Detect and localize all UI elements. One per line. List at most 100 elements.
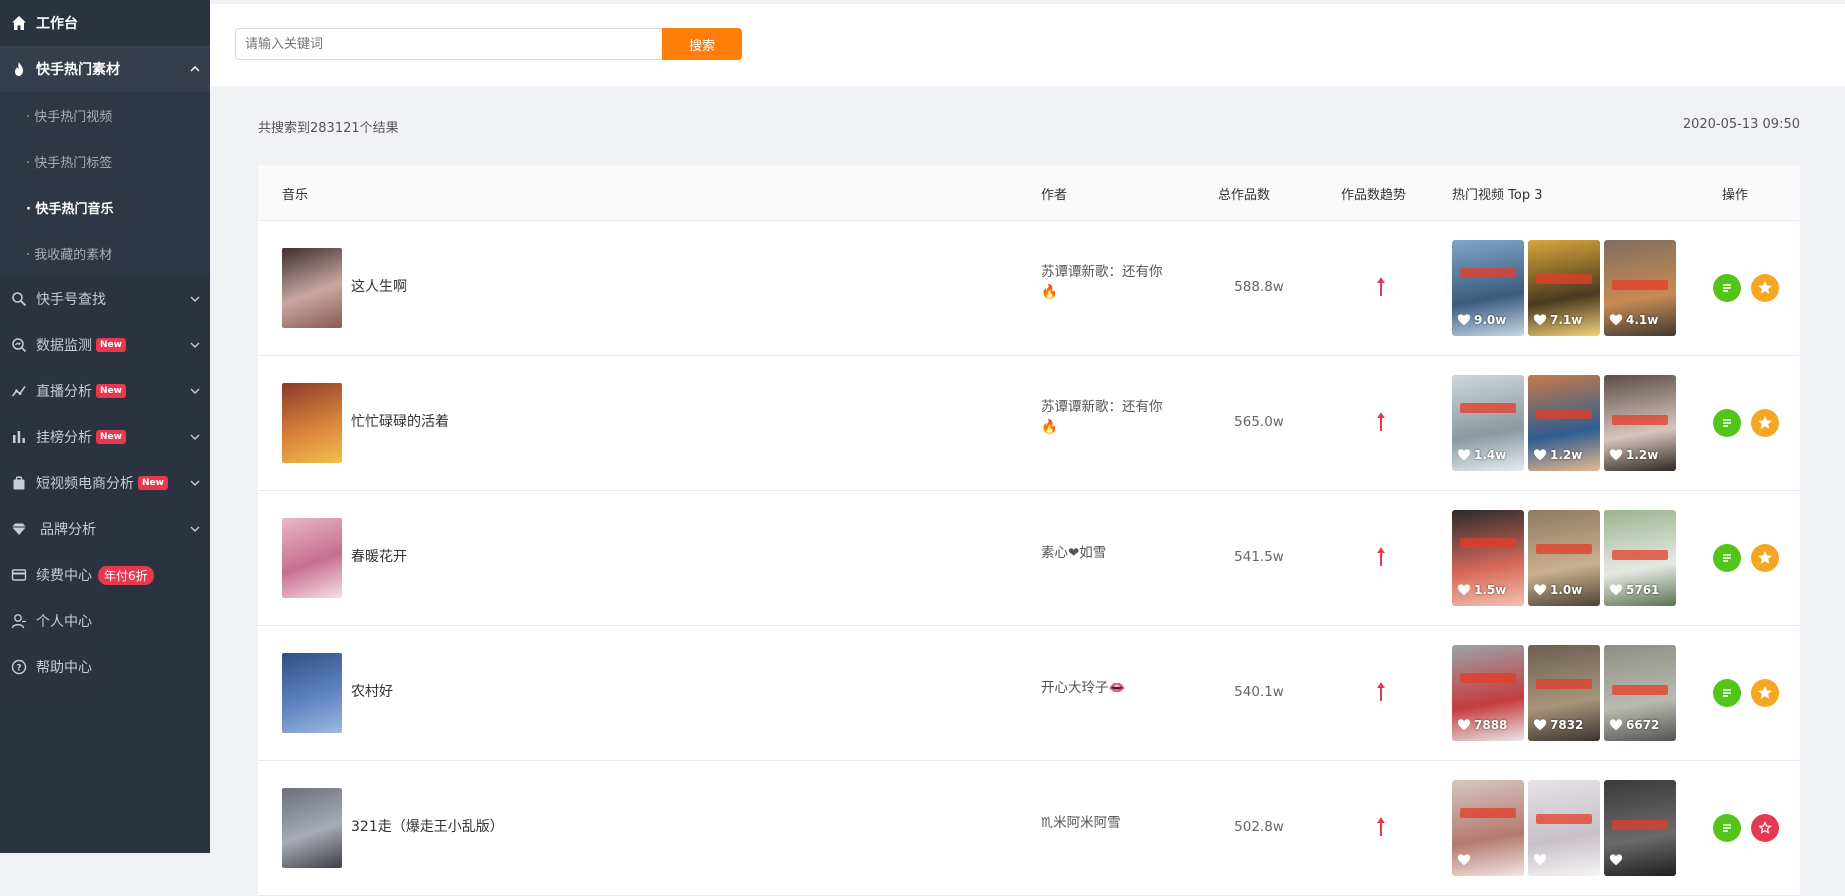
music-cover-image[interactable] bbox=[282, 248, 342, 328]
nav-renew-center-label: 续费中心 bbox=[36, 568, 92, 584]
heart-icon bbox=[1533, 584, 1547, 596]
video-thumbnail[interactable]: 7888 bbox=[1452, 645, 1524, 741]
nav-workbench[interactable]: 工作台 bbox=[0, 0, 210, 46]
trend-up-arrow-icon[interactable] bbox=[1374, 546, 1388, 568]
favorite-button[interactable] bbox=[1751, 274, 1779, 302]
sub-item-hot-tags[interactable]: · 快手热门标签 bbox=[0, 138, 210, 184]
video-likes bbox=[1457, 853, 1474, 867]
song-title[interactable]: 春暖花开 bbox=[351, 546, 407, 566]
favorite-button[interactable] bbox=[1751, 814, 1779, 842]
nav-hot-material[interactable]: 快手热门素材 bbox=[0, 46, 210, 92]
search-button[interactable]: 搜索 bbox=[662, 28, 742, 60]
help-icon: ? bbox=[10, 658, 28, 676]
video-thumbnail[interactable]: 6672 bbox=[1604, 645, 1676, 741]
col-total: 总作品数 bbox=[1218, 188, 1271, 203]
likes-count: 7832 bbox=[1550, 718, 1584, 732]
video-thumbnail[interactable]: 4.1w bbox=[1604, 240, 1676, 336]
likes-count: 1.2w bbox=[1550, 448, 1583, 462]
nav-data-monitor[interactable]: 数据监测 New bbox=[0, 322, 210, 368]
detail-button[interactable] bbox=[1713, 814, 1741, 842]
heart-icon bbox=[1457, 449, 1471, 461]
top3-videos: 7888 7832 6672 bbox=[1452, 645, 1676, 741]
video-thumbnail[interactable]: 7.1w bbox=[1528, 240, 1600, 336]
heart-icon bbox=[1533, 314, 1547, 326]
list-icon bbox=[1723, 689, 1731, 697]
trend-up-arrow-icon[interactable] bbox=[1374, 276, 1388, 298]
star-icon bbox=[1758, 281, 1772, 294]
author-name[interactable]: 开心大玲子👄 bbox=[1041, 678, 1181, 698]
video-thumbnail[interactable]: 5761 bbox=[1604, 510, 1676, 606]
author-line: ♏米阿米阿雪 bbox=[1041, 815, 1121, 831]
detail-button[interactable] bbox=[1713, 544, 1741, 572]
video-thumbnail[interactable] bbox=[1528, 780, 1600, 876]
sub-item-label: · 快手热门标签 bbox=[26, 155, 113, 171]
video-thumbnail[interactable] bbox=[1604, 780, 1676, 876]
video-thumbnail[interactable]: 1.2w bbox=[1528, 375, 1600, 471]
sub-item-hot-video[interactable]: · 快手热门视频 bbox=[0, 92, 210, 138]
chevron-down-icon bbox=[190, 480, 200, 486]
line-chart-icon bbox=[10, 382, 28, 400]
likes-count: 7.1w bbox=[1550, 313, 1583, 327]
video-likes: 7832 bbox=[1533, 718, 1583, 732]
video-caption-overlay bbox=[1460, 268, 1516, 278]
video-caption-overlay bbox=[1536, 679, 1592, 689]
detail-button[interactable] bbox=[1713, 274, 1741, 302]
hot-material-submenu: · 快手热门视频 · 快手热门标签 · 快手热门音乐 · 我收藏的素材 bbox=[0, 92, 210, 276]
music-cover-image[interactable] bbox=[282, 653, 342, 733]
trend-up-arrow-icon[interactable] bbox=[1374, 411, 1388, 433]
music-cover-image[interactable] bbox=[282, 383, 342, 463]
col-trend: 作品数趋势 bbox=[1341, 188, 1407, 203]
star-icon bbox=[1758, 821, 1772, 834]
video-likes: 4.1w bbox=[1609, 313, 1658, 327]
nav-live-analysis[interactable]: 直播分析 New bbox=[0, 368, 210, 414]
sub-item-label: · 我收藏的素材 bbox=[26, 247, 113, 263]
trend-up-arrow-icon[interactable] bbox=[1374, 681, 1388, 703]
detail-button[interactable] bbox=[1713, 409, 1741, 437]
video-caption-overlay bbox=[1460, 808, 1516, 818]
video-likes: 1.2w bbox=[1609, 448, 1658, 462]
heart-icon bbox=[1609, 449, 1623, 461]
chevron-down-icon bbox=[190, 434, 200, 440]
heart-icon bbox=[1457, 314, 1471, 326]
nav-brand-analysis[interactable]: 品牌分析 bbox=[0, 506, 210, 552]
video-thumbnail[interactable] bbox=[1452, 780, 1524, 876]
search-input[interactable] bbox=[235, 28, 663, 60]
music-cover-image[interactable] bbox=[282, 788, 342, 868]
svg-text:?: ? bbox=[16, 664, 21, 674]
favorite-button[interactable] bbox=[1751, 409, 1779, 437]
song-title[interactable]: 321走（爆走王小乱版） bbox=[351, 816, 504, 836]
nav-ecommerce-analysis[interactable]: 短视频电商分析 New bbox=[0, 460, 210, 506]
music-cover-image[interactable] bbox=[282, 518, 342, 598]
nav-rank-analysis[interactable]: 挂榜分析 New bbox=[0, 414, 210, 460]
col-author: 作者 bbox=[1041, 188, 1068, 203]
author-name[interactable]: 苏谭谭新歌：还有你 🔥 bbox=[1041, 397, 1181, 437]
author-name[interactable]: 苏谭谭新歌：还有你 🔥 bbox=[1041, 262, 1181, 302]
nav-account-search[interactable]: 快手号查找 bbox=[0, 276, 210, 322]
song-title[interactable]: 农村好 bbox=[351, 681, 393, 701]
video-thumbnail[interactable]: 1.0w bbox=[1528, 510, 1600, 606]
author-name[interactable]: ♏米阿米阿雪 bbox=[1041, 813, 1181, 833]
col-music: 音乐 bbox=[282, 188, 309, 203]
author-name[interactable]: 素心❤如雪 bbox=[1041, 543, 1181, 563]
video-thumbnail[interactable]: 9.0w bbox=[1452, 240, 1524, 336]
video-thumbnail[interactable]: 1.5w bbox=[1452, 510, 1524, 606]
total-works: 541.5w bbox=[1234, 549, 1284, 565]
favorite-button[interactable] bbox=[1751, 679, 1779, 707]
likes-count: 5761 bbox=[1626, 583, 1660, 597]
song-title[interactable]: 忙忙碌碌的活着 bbox=[351, 411, 449, 431]
heart-icon bbox=[1609, 719, 1623, 731]
sub-item-hot-music[interactable]: · 快手热门音乐 bbox=[0, 184, 210, 230]
video-thumbnail[interactable]: 1.2w bbox=[1604, 375, 1676, 471]
song-title[interactable]: 这人生啊 bbox=[351, 276, 407, 296]
nav-help-center[interactable]: ? 帮助中心 bbox=[0, 644, 210, 690]
video-caption-overlay bbox=[1460, 538, 1516, 548]
nav-renew-center[interactable]: 续费中心 年付6折 bbox=[0, 552, 210, 598]
trend-up-arrow-icon[interactable] bbox=[1374, 816, 1388, 838]
video-thumbnail[interactable]: 1.4w bbox=[1452, 375, 1524, 471]
favorite-button[interactable] bbox=[1751, 544, 1779, 572]
video-thumbnail[interactable]: 7832 bbox=[1528, 645, 1600, 741]
sub-item-favorites[interactable]: · 我收藏的素材 bbox=[0, 230, 210, 276]
search-bar: 搜索 bbox=[210, 0, 1845, 86]
nav-personal-center[interactable]: 个人中心 bbox=[0, 598, 210, 644]
detail-button[interactable] bbox=[1713, 679, 1741, 707]
